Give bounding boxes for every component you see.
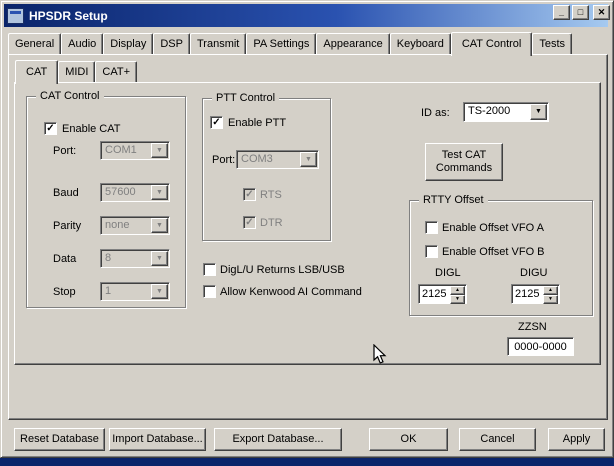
dtr-checkbox: ✓	[243, 216, 256, 229]
cat-sub-tab-bar: CAT MIDI CAT+	[15, 59, 138, 84]
digu-value: 2125	[515, 288, 540, 300]
data-bits-label: Data	[53, 253, 77, 265]
zzsn-input[interactable]	[507, 337, 574, 356]
tab-keyboard[interactable]: Keyboard	[389, 33, 451, 54]
rts-label: RTS	[260, 189, 282, 201]
tab-cat[interactable]: CAT	[15, 60, 59, 84]
id-as-select[interactable]: TS-2000 ▼	[463, 102, 549, 122]
tab-pa-settings[interactable]: PA Settings	[246, 33, 317, 54]
enable-offset-vfo-b-label: Enable Offset VFO B	[442, 246, 545, 258]
enable-cat-checkbox[interactable]: ✓	[44, 122, 57, 135]
chevron-down-icon: ▼	[151, 143, 168, 158]
import-database-button[interactable]: Import Database...	[109, 428, 206, 451]
ok-button[interactable]: OK	[369, 428, 448, 451]
parity-select: none ▼	[100, 216, 170, 235]
hpsdr-setup-window: HPSDR Setup _ □ ✕ General Audio Display …	[0, 0, 614, 458]
ptt-port-select: COM3 ▼	[236, 150, 319, 169]
enable-cat-label: Enable CAT	[62, 123, 121, 135]
tab-cat-control[interactable]: CAT Control	[450, 32, 533, 56]
enable-ptt-checkbox[interactable]: ✓	[210, 116, 223, 129]
tab-midi[interactable]: MIDI	[58, 61, 96, 82]
port-label: Port:	[53, 145, 77, 157]
close-button[interactable]: ✕	[593, 5, 610, 20]
titlebar[interactable]: HPSDR Setup	[4, 4, 608, 27]
diglu-returns-checkbox[interactable]: ✓	[203, 263, 216, 276]
digl-up-icon[interactable]: ▲	[450, 286, 465, 295]
tab-tests[interactable]: Tests	[532, 33, 573, 54]
chevron-down-icon: ▼	[151, 185, 168, 200]
ptt-control-group-title: PTT Control	[212, 92, 280, 104]
enable-offset-vfo-b-checkbox[interactable]: ✓	[425, 245, 438, 258]
allow-kenwood-ai-checkbox[interactable]: ✓	[203, 285, 216, 298]
check-icon: ✓	[245, 217, 254, 228]
data-bits-select: 8 ▼	[100, 249, 170, 268]
parity-value: none	[105, 219, 130, 231]
tab-dsp[interactable]: DSP	[153, 33, 190, 54]
maximize-button[interactable]: □	[572, 5, 589, 20]
digl-label: DIGL	[435, 267, 461, 279]
cancel-button[interactable]: Cancel	[459, 428, 536, 451]
baud-label: Baud	[53, 187, 79, 199]
window-title: HPSDR Setup	[29, 8, 108, 23]
enable-ptt-label: Enable PTT	[228, 117, 287, 129]
parity-label: Parity	[53, 220, 82, 232]
chevron-down-icon: ▼	[151, 251, 168, 266]
rts-checkbox: ✓	[243, 188, 256, 201]
baud-value: 57600	[105, 186, 136, 198]
zzsn-label: ZZSN	[518, 321, 547, 333]
digu-label: DIGU	[520, 267, 548, 279]
export-database-button[interactable]: Export Database...	[214, 428, 342, 451]
cat-port-select: COM1 ▼	[100, 141, 170, 160]
stop-bits-value: 1	[105, 285, 112, 297]
test-cat-commands-line2: Commands	[435, 162, 493, 174]
stop-bits-label: Stop	[53, 286, 76, 298]
reset-database-button[interactable]: Reset Database	[14, 428, 105, 451]
minimize-icon: _	[558, 7, 564, 17]
check-icon: ✓	[46, 123, 55, 134]
stop-bits-select: 1 ▼	[100, 282, 170, 301]
tab-audio[interactable]: Audio	[61, 33, 104, 54]
tab-general[interactable]: General	[8, 33, 62, 54]
ptt-port-label: Port:	[212, 154, 236, 166]
check-icon: ✓	[245, 189, 254, 200]
minimize-button[interactable]: _	[553, 5, 570, 20]
digu-down-icon[interactable]: ▼	[543, 295, 558, 304]
chevron-down-icon: ▼	[300, 152, 317, 167]
chevron-down-icon: ▼	[151, 218, 168, 233]
digu-up-icon[interactable]: ▲	[543, 286, 558, 295]
apply-button[interactable]: Apply	[548, 428, 605, 451]
check-icon: ✓	[212, 117, 221, 128]
enable-offset-vfo-a-label: Enable Offset VFO A	[442, 222, 544, 234]
id-as-label: ID as:	[421, 107, 450, 119]
id-as-value: TS-2000	[468, 105, 511, 117]
dtr-label: DTR	[260, 217, 283, 229]
digl-down-icon[interactable]: ▼	[450, 295, 465, 304]
chevron-down-icon: ▼	[151, 284, 168, 299]
allow-kenwood-ai-label: Allow Kenwood AI Command	[220, 286, 362, 298]
data-bits-value: 8	[105, 252, 112, 264]
cat-control-group-title: CAT Control	[36, 90, 104, 102]
rtty-offset-group-title: RTTY Offset	[419, 194, 488, 206]
tab-transmit[interactable]: Transmit	[189, 33, 247, 54]
test-cat-commands-line1: Test CAT	[441, 149, 487, 161]
baud-select: 57600 ▼	[100, 183, 170, 202]
app-icon	[7, 7, 24, 24]
digl-value: 2125	[422, 288, 447, 300]
ptt-port-value: COM3	[241, 153, 273, 165]
digu-spinner[interactable]: 2125 ▲ ▼	[511, 284, 560, 304]
cat-port-value: COM1	[105, 144, 137, 156]
test-cat-commands-button[interactable]: Test CAT Commands	[425, 143, 503, 181]
enable-offset-vfo-a-checkbox[interactable]: ✓	[425, 221, 438, 234]
tab-cat-plus[interactable]: CAT+	[95, 61, 138, 82]
digl-spinner[interactable]: 2125 ▲ ▼	[418, 284, 467, 304]
tab-appearance[interactable]: Appearance	[316, 33, 390, 54]
chevron-down-icon: ▼	[530, 104, 547, 120]
maximize-icon: □	[577, 7, 584, 17]
close-icon: ✕	[597, 7, 606, 17]
diglu-returns-label: DigL/U Returns LSB/USB	[220, 264, 345, 276]
main-tab-bar: General Audio Display DSP Transmit PA Se…	[8, 32, 573, 56]
tab-display[interactable]: Display	[103, 33, 154, 54]
